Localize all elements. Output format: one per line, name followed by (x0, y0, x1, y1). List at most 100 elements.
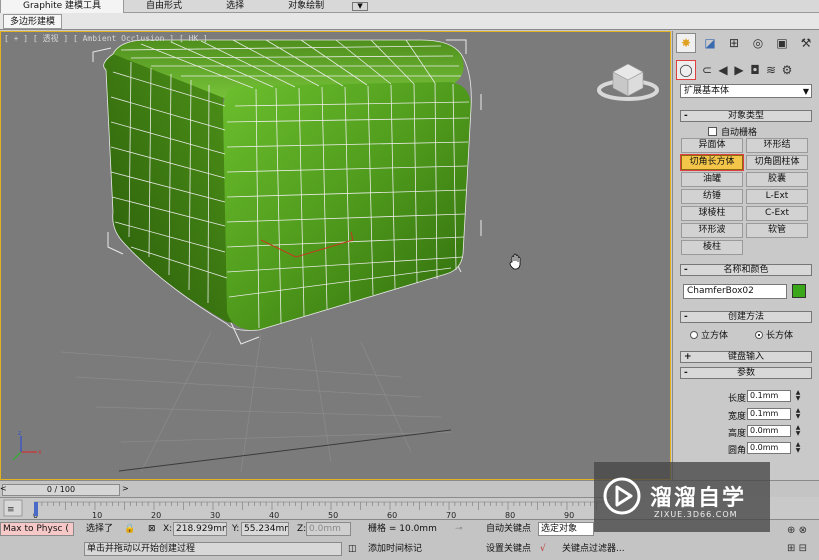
oil-tank-button[interactable]: 油罐 (681, 172, 743, 187)
helpers-category-icon[interactable]: ◘ (748, 60, 762, 80)
home-grid (60, 331, 452, 473)
maxscript-listener[interactable]: Max to Physc ( (0, 522, 74, 536)
create-category-row: ◯ ⊂ ◀ ▶ ◘ ≋ ⚙ (673, 59, 819, 81)
width-param: 宽度: 0.1mm ▲ ▼ (727, 407, 802, 423)
x-coordinate-field[interactable]: 218.929mm (173, 522, 227, 536)
set-key-button[interactable]: 设置关键点 (486, 542, 531, 556)
ribbon-tab-bar: Graphite 建模工具 自由形式 选择 对象绘制 ▼ (0, 0, 819, 13)
ribbon-tab-selection[interactable]: 选择 (204, 0, 266, 13)
length-spinner[interactable]: ▲ ▼ (794, 390, 802, 402)
cube-radio[interactable]: 立方体 (690, 328, 728, 341)
creation-method-rollout-header[interactable]: - 创建方法 (680, 311, 812, 323)
fillet-input[interactable]: 0.0mm (747, 442, 791, 454)
command-panel-tabs: ✸ ◪ ⊞ ◎ ▣ ⚒ (673, 32, 819, 54)
utilities-tab-icon[interactable]: ⚒ (796, 33, 816, 53)
viewport-label-menu[interactable]: [ + ] [ 透视 ] [ Ambient Occlusion ] [ HK … (4, 33, 208, 44)
hierarchy-tab-icon[interactable]: ⊞ (724, 33, 744, 53)
height-spinner[interactable]: ▲ ▼ (794, 425, 802, 437)
geometry-category-icon[interactable]: ◯ (676, 60, 696, 80)
length-param: 长度: 0.1mm ▲ ▼ (727, 389, 802, 405)
next-frame-icon[interactable]: > (122, 484, 129, 493)
key-filter-icon[interactable]: √ (540, 542, 546, 556)
viewport-scene: z x (12, 39, 659, 473)
selection-status: 选择了 (86, 524, 114, 534)
geometry-type-value: 扩展基本体 (684, 86, 730, 96)
track-ruler: ≡ 0102030405060708090 (3, 499, 610, 520)
viewport-navigation-icons[interactable]: ⊕ ⊗ ⊞ ⊟ (776, 522, 818, 558)
spindle-button[interactable]: 纺锤 (681, 189, 743, 204)
ribbon-tab-object-paint[interactable]: 对象绘制 (266, 0, 346, 13)
height-param: 高度: 0.0mm ▲ ▼ (727, 424, 802, 440)
svg-text:z: z (18, 430, 21, 437)
chamfer-box-button[interactable]: 切角长方体 (680, 154, 744, 171)
hose-button[interactable]: 软管 (746, 223, 808, 238)
ribbon-panel: 多边形建模 (0, 13, 819, 30)
ring-wave-button[interactable]: 环形波 (681, 223, 743, 238)
ribbon-options-dropdown[interactable]: ▼ (346, 0, 374, 13)
create-tab-icon[interactable]: ✸ (676, 33, 696, 53)
track-bar[interactable]: ≡ 0102030405060708090 (0, 497, 610, 520)
width-input[interactable]: 0.1mm (747, 408, 791, 420)
gengon-button[interactable]: 球棱柱 (681, 206, 743, 221)
spacewarps-category-icon[interactable]: ≋ (764, 60, 778, 80)
capsule-button[interactable]: 胶囊 (746, 172, 808, 187)
selected-object-dropdown[interactable]: 选定对象 (538, 522, 594, 536)
key-filters-button[interactable]: 关键点过滤器... (562, 542, 625, 556)
lock-icon[interactable]: 🔒 (124, 522, 135, 536)
shapes-category-icon[interactable]: ⊂ (700, 60, 714, 80)
fillet-param: 圆角: 0.0mm ▲ ▼ (727, 441, 802, 457)
l-ext-button[interactable]: L-Ext (746, 189, 808, 204)
z-label: Z: (297, 524, 307, 534)
svg-text:≡: ≡ (7, 505, 15, 515)
width-spinner[interactable]: ▲ ▼ (794, 408, 802, 420)
motion-tab-icon[interactable]: ◎ (748, 33, 768, 53)
x-label: X: (163, 524, 173, 534)
viewcube[interactable] (597, 63, 659, 101)
object-type-rollout-header[interactable]: - 对象类型 (680, 110, 812, 122)
time-tag-icon[interactable]: ◫ (348, 542, 357, 556)
display-tab-icon[interactable]: ▣ (772, 33, 792, 53)
ribbon-tab-graphite[interactable]: Graphite 建模工具 (0, 0, 125, 13)
add-time-tag[interactable]: 添加时间标记 (368, 542, 422, 556)
modify-tab-icon[interactable]: ◪ (700, 33, 720, 53)
object-color-swatch[interactable] (792, 284, 806, 298)
keyboard-entry-rollout-header[interactable]: + 键盘输入 (680, 351, 812, 363)
auto-key-button[interactable]: 自动关键点 (486, 522, 531, 536)
cameras-category-icon[interactable]: ▶ (732, 60, 746, 80)
axis-tripod (12, 436, 37, 461)
auto-grid-checkbox[interactable]: 自动栅格 (708, 125, 757, 138)
ribbon-tab-freeform[interactable]: 自由形式 (124, 0, 204, 13)
prompt-line: 单击并拖动以开始创建过程 (84, 542, 342, 556)
y-label: Y: (232, 524, 240, 534)
parameters-rollout-header[interactable]: - 参数 (680, 367, 812, 379)
torus-knot-button[interactable]: 环形结 (746, 138, 808, 153)
box-radio[interactable]: 长方体 (755, 328, 793, 341)
y-coordinate-field[interactable]: 55.234mm (241, 522, 289, 536)
height-input[interactable]: 0.0mm (747, 425, 791, 437)
ribbon-subtab-poly-modeling[interactable]: 多边形建模 (3, 14, 63, 29)
prev-frame-icon[interactable]: < (0, 484, 7, 493)
watermark-url: ZIXUE.3D66.COM (654, 510, 738, 519)
object-name-field[interactable]: ChamferBox02 (683, 284, 787, 299)
pan-hand-cursor (509, 253, 521, 270)
c-ext-button[interactable]: C-Ext (746, 206, 808, 221)
play-logo-icon (603, 477, 641, 515)
lights-category-icon[interactable]: ◀ (716, 60, 730, 80)
z-coordinate-field[interactable]: 0.0mm (306, 522, 351, 536)
systems-category-icon[interactable]: ⚙ (780, 60, 794, 80)
watermark-brand: 溜溜自学 (650, 486, 747, 511)
name-color-rollout-header[interactable]: - 名称和颜色 (680, 264, 812, 276)
key-icon[interactable]: ⊸ (455, 522, 463, 536)
grid-size-readout: 栅格 = 10.0mm (368, 524, 437, 534)
perspective-viewport[interactable]: z x [ + ] [ 透视 ] [ Ambient Occlusion ] [… (0, 31, 671, 480)
geometry-type-dropdown[interactable]: 扩展基本体 ▼ (680, 84, 812, 98)
prism-button[interactable]: 棱柱 (681, 240, 743, 255)
chevron-down-icon: ▼ (352, 2, 369, 11)
command-panel: ✸ ◪ ⊞ ◎ ▣ ⚒ ◯ ⊂ ◀ ▶ ◘ ≋ ⚙ 扩展基本体 ▼ - 对象类型… (672, 31, 819, 480)
fillet-spinner[interactable]: ▲ ▼ (794, 442, 802, 454)
absolute-mode-icon[interactable]: ⊠ (148, 522, 156, 536)
time-slider[interactable]: 0 / 100 (2, 484, 120, 496)
hedra-button[interactable]: 异面体 (681, 138, 743, 153)
chamfer-cyl-button[interactable]: 切角圆柱体 (746, 155, 808, 170)
length-input[interactable]: 0.1mm (747, 390, 791, 402)
